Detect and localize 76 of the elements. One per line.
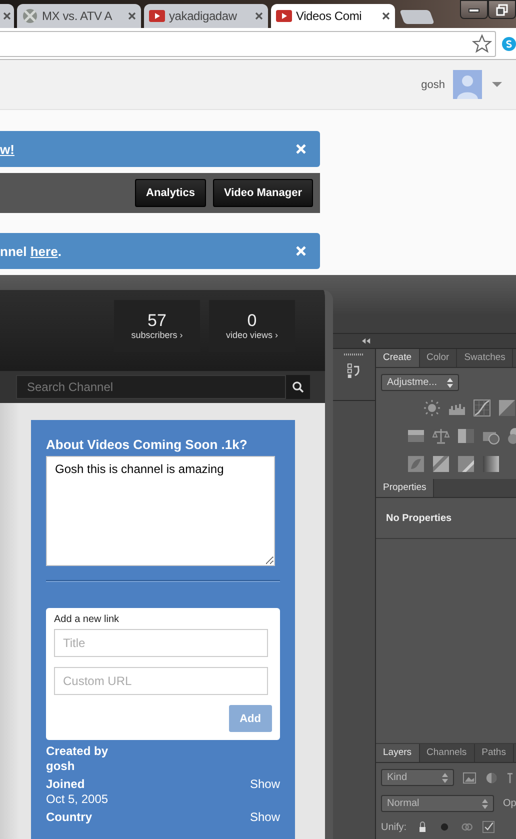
banner-text: nnel here. (0, 244, 62, 258)
close-icon[interactable] (255, 12, 263, 20)
panel-tab[interactable]: Channels (420, 744, 475, 762)
stat-label: video views › (226, 330, 278, 340)
opacity-label: Op (503, 798, 516, 809)
stepper-icon (482, 798, 488, 808)
threshold-icon[interactable] (457, 455, 476, 473)
panel-tab[interactable]: Layers (376, 744, 420, 762)
scales-icon[interactable] (432, 427, 450, 445)
invert-icon[interactable] (407, 455, 426, 473)
close-icon[interactable] (128, 12, 136, 20)
close-icon[interactable] (382, 12, 390, 20)
browser-tab[interactable]: yakadigadaw (144, 4, 268, 28)
stat-value: 57 (148, 312, 166, 330)
toolbar-button[interactable]: Analytics (135, 179, 206, 207)
browser-tab[interactable]: Videos Comi (271, 4, 395, 28)
detail-label: Country (46, 810, 92, 824)
panel-tab[interactable]: Properties (376, 479, 434, 497)
panel-tab[interactable]: Create (376, 349, 420, 367)
star-icon[interactable] (472, 34, 492, 54)
filter-dropdown[interactable]: Kind (381, 769, 454, 786)
split-square-icon[interactable] (457, 427, 476, 445)
type-icon[interactable] (507, 772, 513, 784)
show-link[interactable]: Show (250, 777, 280, 791)
banner-link[interactable]: here (30, 244, 58, 258)
adjustments-dropdown[interactable]: Adjustme... (381, 374, 459, 391)
play-icon (149, 8, 165, 24)
restore-button[interactable] (488, 0, 516, 19)
panel-tab[interactable]: Swatches (457, 349, 514, 367)
close-icon[interactable] (3, 12, 11, 20)
image-icon[interactable] (463, 772, 476, 784)
circles-icon[interactable] (507, 427, 516, 445)
detail-value: gosh (46, 759, 76, 773)
caret-icon[interactable] (492, 82, 502, 87)
detail-label: Joined (46, 777, 85, 791)
stat-value: 0 (247, 312, 257, 330)
sun-icon[interactable] (423, 399, 442, 417)
gradient-map-icon[interactable] (407, 427, 426, 445)
link-icon[interactable] (460, 821, 473, 833)
browser-tab[interactable]: MX vs. ATV A (17, 4, 141, 28)
stat-label: subscribers › (131, 330, 183, 340)
grip-icon[interactable] (344, 353, 364, 356)
collapse-icon[interactable] (362, 338, 371, 344)
history-icon[interactable] (347, 362, 361, 380)
posterize-icon[interactable] (432, 455, 450, 473)
form-heading: Add a new link (54, 614, 120, 625)
curves-icon[interactable] (473, 399, 492, 417)
gradient-icon[interactable] (482, 455, 500, 473)
exposure-icon[interactable] (498, 399, 516, 417)
sphere-icon (22, 8, 38, 24)
detail-value: Oct 5, 2005 (46, 792, 110, 806)
about-title: About Videos Coming Soon .1k? (46, 437, 248, 452)
restore-icon (496, 4, 508, 16)
search-icon (292, 381, 304, 393)
checkbox-icon[interactable] (482, 821, 495, 833)
new-tab-button[interactable] (399, 10, 435, 24)
toolbar-button[interactable]: Video Manager (212, 179, 313, 207)
panel-tab[interactable]: Paths (474, 744, 514, 762)
browser-tab[interactable] (0, 4, 14, 28)
panel-tab[interactable]: Color (420, 349, 458, 367)
search-field[interactable]: Search Channel (16, 375, 286, 399)
username[interactable]: gosh (421, 78, 445, 90)
stepper-icon (447, 378, 453, 388)
stepper-icon (442, 772, 448, 782)
lock-label: Unify: (381, 822, 407, 832)
minimize-button[interactable] (460, 0, 488, 19)
properties-text: No Properties (386, 512, 452, 524)
search-button[interactable] (286, 375, 310, 399)
banner-link[interactable]: w! (0, 142, 14, 156)
detail-label: Created by (46, 744, 108, 758)
show-link[interactable]: Show (250, 810, 280, 824)
minimize-icon (468, 6, 480, 12)
description-field[interactable]: Gosh this is channel is amazing (46, 456, 275, 566)
blend-mode-dropdown[interactable]: Normal (381, 795, 494, 812)
half-circle-icon[interactable] (485, 772, 498, 784)
play-icon (276, 8, 292, 24)
